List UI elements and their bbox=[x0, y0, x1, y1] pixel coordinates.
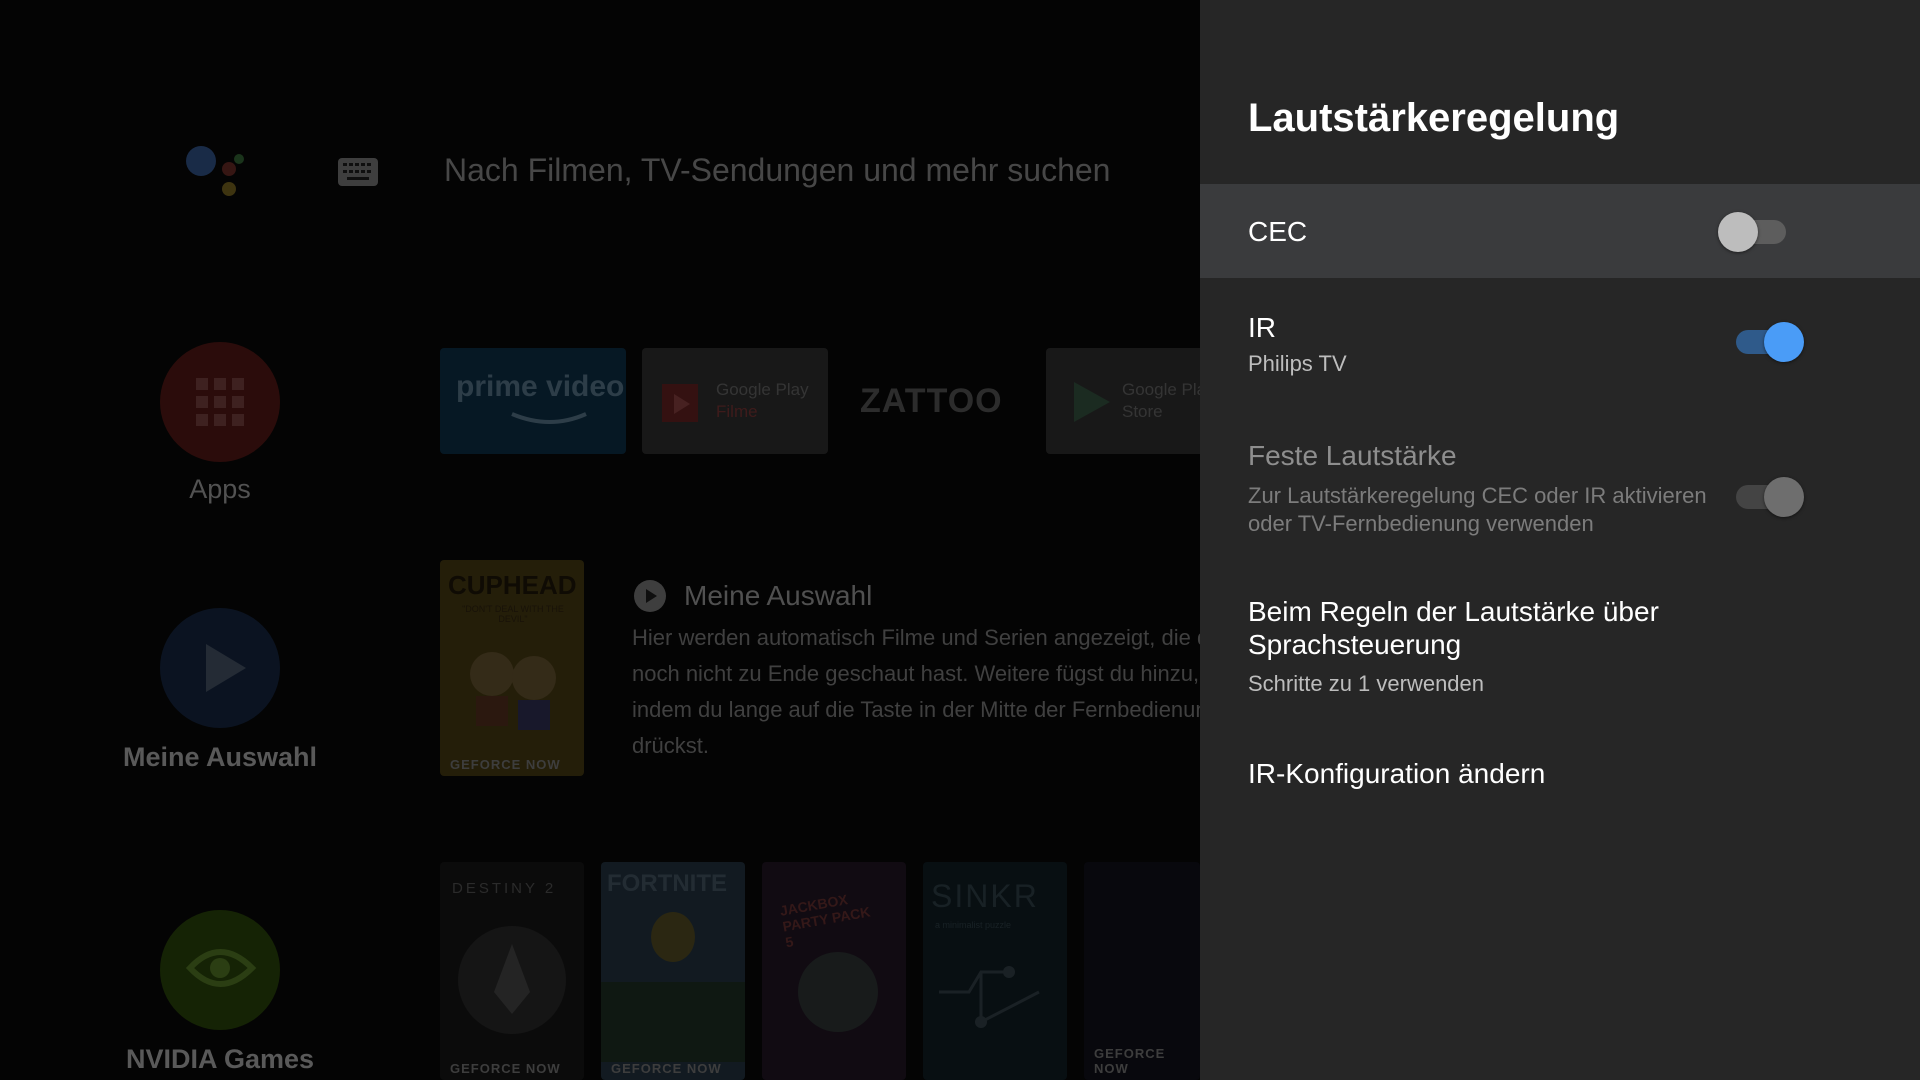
setting-ir[interactable]: IR Philips TV bbox=[1200, 278, 1920, 398]
setting-voice-volume-steps[interactable]: Beim Regeln der Lautstärke über Sprachst… bbox=[1200, 584, 1920, 708]
play-icon bbox=[634, 580, 666, 612]
app-tile-zattoo[interactable]: ZATTOO bbox=[844, 348, 1030, 454]
nvidia-icon[interactable] bbox=[160, 910, 280, 1030]
setting-fixed-volume: Feste Lautstärke Zur Lautstärkeregelung … bbox=[1200, 420, 1920, 550]
panel-title: Lautstärkeregelung bbox=[1248, 96, 1620, 140]
keyboard-icon[interactable] bbox=[338, 158, 378, 186]
setting-voice-volume-subtitle: Schritte zu 1 verwenden bbox=[1248, 671, 1485, 696]
volume-settings-panel: Lautstärkeregelung CEC IR Philips TV Fes… bbox=[1200, 0, 1920, 1080]
game-card-5[interactable]: GEFORCE NOW bbox=[1084, 862, 1200, 1080]
setting-voice-volume-title-line1: Beim Regeln der Lautstärke über bbox=[1248, 596, 1659, 627]
setting-ir-label: IR bbox=[1248, 312, 1276, 343]
game-card-jackbox[interactable]: JACKBOX PARTY PACK 5 bbox=[762, 862, 906, 1080]
fixed-volume-toggle bbox=[1736, 477, 1804, 517]
setting-voice-volume-title-line2: Sprachsteuerung bbox=[1248, 629, 1462, 660]
side-nav-label-meine-auswahl[interactable]: Meine Auswahl bbox=[100, 742, 340, 773]
side-nav-label-nvidia-games[interactable]: NVIDIA Games bbox=[100, 1044, 340, 1075]
game-card-sinkr[interactable]: SINKR a minimalist puzzle bbox=[923, 862, 1067, 1080]
setting-ir-configuration[interactable]: IR-Konfiguration ändern bbox=[1200, 744, 1920, 804]
ir-toggle[interactable] bbox=[1736, 322, 1804, 362]
row-title: Meine Auswahl bbox=[684, 580, 873, 611]
setting-fixed-volume-label: Feste Lautstärke bbox=[1248, 440, 1457, 471]
setting-fixed-volume-subtitle-line1: Zur Lautstärkeregelung CEC oder IR aktiv… bbox=[1248, 483, 1707, 508]
play-icon[interactable] bbox=[160, 608, 280, 728]
featured-game-card[interactable]: CUPHEAD "DON'T DEAL WITH THE DEVIL" GEFO… bbox=[440, 560, 584, 776]
game-card-destiny-2[interactable]: DESTINY 2 GEFORCE NOW bbox=[440, 862, 584, 1080]
setting-ir-subtitle: Philips TV bbox=[1248, 351, 1347, 376]
setting-fixed-volume-subtitle-line2: oder TV-Fernbedienung verwenden bbox=[1248, 511, 1594, 536]
game-card-fortnite[interactable]: FORTNITE GEFORCE NOW bbox=[601, 862, 745, 1080]
google-assistant-icon[interactable] bbox=[186, 142, 252, 202]
app-tile-google-play-filme[interactable]: Google Play Filme bbox=[642, 348, 828, 454]
launcher-background: Nach Filmen, TV-Sendungen und mehr suche… bbox=[0, 0, 1200, 1080]
side-nav-label-apps[interactable]: Apps bbox=[100, 474, 340, 505]
setting-cec[interactable]: CEC bbox=[1200, 184, 1920, 278]
app-tile-prime-video[interactable]: prime video bbox=[440, 348, 626, 454]
cec-toggle[interactable] bbox=[1718, 212, 1786, 252]
apps-grid-icon[interactable] bbox=[160, 342, 280, 462]
search-placeholder[interactable]: Nach Filmen, TV-Sendungen und mehr suche… bbox=[444, 152, 1110, 189]
app-tile-google-play-store[interactable]: Google Play Store bbox=[1046, 348, 1200, 454]
row-description: Hier werden automatisch Filme und Serien… bbox=[632, 625, 1200, 758]
setting-ir-configuration-label: IR-Konfiguration ändern bbox=[1248, 758, 1546, 789]
setting-cec-label: CEC bbox=[1248, 216, 1308, 247]
